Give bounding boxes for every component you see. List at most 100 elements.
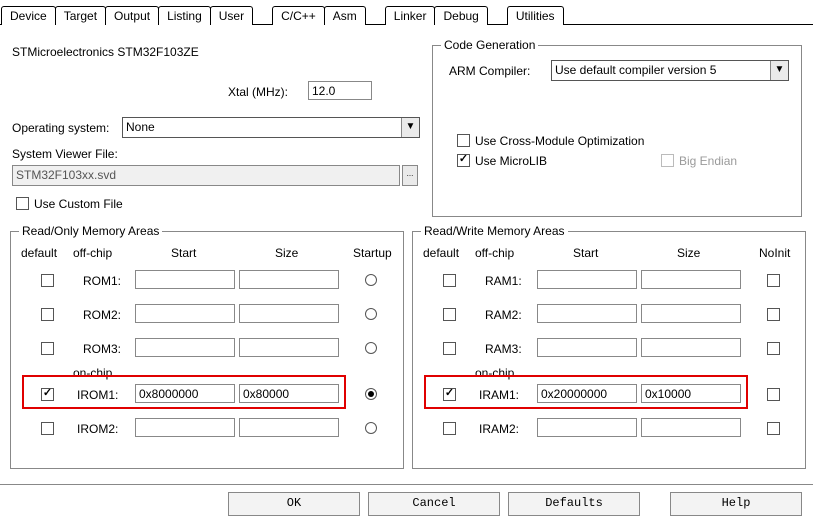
cross-module-checkbox[interactable] <box>457 134 470 147</box>
arm-compiler-label: ARM Compiler: <box>449 64 530 78</box>
rw-hdr-offchip: off-chip <box>475 246 514 260</box>
tab-asm[interactable]: Asm <box>324 6 366 25</box>
options-dialog: Device Target Output Listing User C/C++ … <box>0 0 813 519</box>
tab-user[interactable]: User <box>210 6 253 25</box>
iram1-start-input[interactable]: 0x20000000 <box>537 384 637 403</box>
ram2-start-input[interactable] <box>537 304 637 323</box>
tab-debug[interactable]: Debug <box>434 6 487 25</box>
tab-strip: Device Target Output Listing User C/C++ … <box>0 0 813 25</box>
tab-target[interactable]: Target <box>55 6 106 25</box>
ram2-noinit-checkbox[interactable] <box>767 308 780 321</box>
ram1-size-input[interactable] <box>641 270 741 289</box>
rom3-size-input[interactable] <box>239 338 339 357</box>
rom2-startup-radio[interactable] <box>365 308 377 320</box>
irom1-start-input[interactable]: 0x8000000 <box>135 384 235 403</box>
use-custom-file-checkbox[interactable] <box>16 197 29 210</box>
tab-linker[interactable]: Linker <box>385 6 436 25</box>
irom2-default-checkbox[interactable] <box>41 422 54 435</box>
button-separator <box>0 484 813 485</box>
ro-hdr-size: Size <box>275 246 298 260</box>
ram1-noinit-checkbox[interactable] <box>767 274 780 287</box>
iram1-default-checkbox[interactable] <box>443 388 456 401</box>
iram2-size-input[interactable] <box>641 418 741 437</box>
rom2-start-input[interactable] <box>135 304 235 323</box>
iram2-start-input[interactable] <box>537 418 637 437</box>
rom2-label: ROM2: <box>83 308 121 322</box>
iram1-noinit-checkbox[interactable] <box>767 388 780 401</box>
ram3-noinit-checkbox[interactable] <box>767 342 780 355</box>
rom1-label: ROM1: <box>83 274 121 288</box>
use-custom-file-label: Use Custom File <box>34 197 123 211</box>
svf-input[interactable]: STM32F103xx.svd <box>12 165 400 186</box>
rom1-size-input[interactable] <box>239 270 339 289</box>
os-select[interactable]: None ▼ <box>122 117 420 138</box>
rom1-default-checkbox[interactable] <box>41 274 54 287</box>
help-button[interactable]: Help <box>670 492 802 516</box>
rom1-start-input[interactable] <box>135 270 235 289</box>
iram2-label: IRAM2: <box>479 422 519 436</box>
ram3-start-input[interactable] <box>537 338 637 357</box>
arm-compiler-value: Use default compiler version 5 <box>555 63 716 77</box>
irom1-size-input[interactable]: 0x80000 <box>239 384 339 403</box>
svf-label: System Viewer File: <box>12 147 118 161</box>
tab-listing[interactable]: Listing <box>158 6 211 25</box>
ro-hdr-startup: Startup <box>353 246 392 260</box>
svf-browse-button[interactable]: ... <box>402 165 418 186</box>
rom2-size-input[interactable] <box>239 304 339 323</box>
ram1-start-input[interactable] <box>537 270 637 289</box>
ram2-default-checkbox[interactable] <box>443 308 456 321</box>
ram3-label: RAM3: <box>485 342 522 356</box>
ro-onchip-label: on-chip <box>73 366 112 380</box>
readwrite-memory-group: Read/Write Memory Areas default off-chip… <box>412 231 806 469</box>
ro-hdr-offchip: off-chip <box>73 246 112 260</box>
iram1-size-input[interactable]: 0x10000 <box>641 384 741 403</box>
irom2-start-input[interactable] <box>135 418 235 437</box>
rom2-default-checkbox[interactable] <box>41 308 54 321</box>
xtal-label: Xtal (MHz): <box>228 85 288 99</box>
arm-compiler-select[interactable]: Use default compiler version 5 ▼ <box>551 60 789 81</box>
microlib-checkbox[interactable] <box>457 154 470 167</box>
tab-utilities[interactable]: Utilities <box>507 6 564 25</box>
iram2-default-checkbox[interactable] <box>443 422 456 435</box>
ro-hdr-start: Start <box>171 246 196 260</box>
rw-hdr-start: Start <box>573 246 598 260</box>
readwrite-title: Read/Write Memory Areas <box>421 224 568 238</box>
ram2-label: RAM2: <box>485 308 522 322</box>
rom3-startup-radio[interactable] <box>365 342 377 354</box>
irom1-label: IROM1: <box>77 388 118 402</box>
ram3-size-input[interactable] <box>641 338 741 357</box>
rw-hdr-default: default <box>423 246 459 260</box>
cancel-button[interactable]: Cancel <box>368 492 500 516</box>
rom3-label: ROM3: <box>83 342 121 356</box>
rom3-start-input[interactable] <box>135 338 235 357</box>
rom1-startup-radio[interactable] <box>365 274 377 286</box>
code-generation-title: Code Generation <box>441 38 538 52</box>
ram1-default-checkbox[interactable] <box>443 274 456 287</box>
irom1-startup-radio[interactable] <box>365 388 377 400</box>
tab-device[interactable]: Device <box>1 6 56 25</box>
tab-cpp[interactable]: C/C++ <box>272 6 325 25</box>
irom2-size-input[interactable] <box>239 418 339 437</box>
tab-output[interactable]: Output <box>105 6 159 25</box>
xtal-input[interactable]: 12.0 <box>308 81 372 100</box>
readonly-memory-group: Read/Only Memory Areas default off-chip … <box>10 231 404 469</box>
iram2-noinit-checkbox[interactable] <box>767 422 780 435</box>
os-value: None <box>126 120 155 134</box>
rw-hdr-noinit: NoInit <box>759 246 790 260</box>
chevron-down-icon[interactable]: ▼ <box>770 61 788 80</box>
ram2-size-input[interactable] <box>641 304 741 323</box>
os-label: Operating system: <box>12 121 109 135</box>
chevron-down-icon[interactable]: ▼ <box>401 118 419 137</box>
rw-onchip-label: on-chip <box>475 366 514 380</box>
big-endian-label: Big Endian <box>679 154 737 168</box>
irom1-default-checkbox[interactable] <box>41 388 54 401</box>
defaults-button[interactable]: Defaults <box>508 492 640 516</box>
irom2-startup-radio[interactable] <box>365 422 377 434</box>
ok-button[interactable]: OK <box>228 492 360 516</box>
rom3-default-checkbox[interactable] <box>41 342 54 355</box>
ram1-label: RAM1: <box>485 274 522 288</box>
readonly-title: Read/Only Memory Areas <box>19 224 162 238</box>
device-name: STMicroelectronics STM32F103ZE <box>12 45 199 59</box>
ram3-default-checkbox[interactable] <box>443 342 456 355</box>
ro-hdr-default: default <box>21 246 57 260</box>
